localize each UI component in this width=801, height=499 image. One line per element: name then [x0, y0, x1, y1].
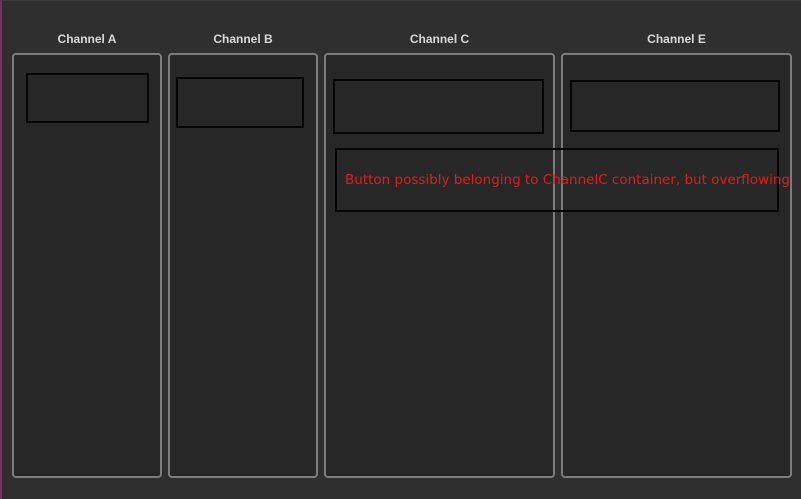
channel-b-container	[168, 53, 318, 478]
overflowing-channel-c-button[interactable]: Button possibly belonging to ChannelC co…	[335, 148, 790, 212]
channel-c-slot[interactable]	[333, 79, 544, 134]
channel-c-container	[324, 53, 555, 478]
channel-c-title: Channel C	[409, 32, 470, 46]
channel-b-slot[interactable]	[176, 77, 304, 128]
channel-a-title: Channel A	[57, 32, 117, 46]
channel-e-container	[561, 53, 792, 478]
channel-b-title: Channel B	[213, 32, 273, 46]
channel-a-slot[interactable]	[26, 73, 149, 123]
channel-e-title: Channel E	[647, 32, 706, 46]
channel-e-slot[interactable]	[570, 80, 780, 132]
channel-a-container	[12, 53, 162, 478]
